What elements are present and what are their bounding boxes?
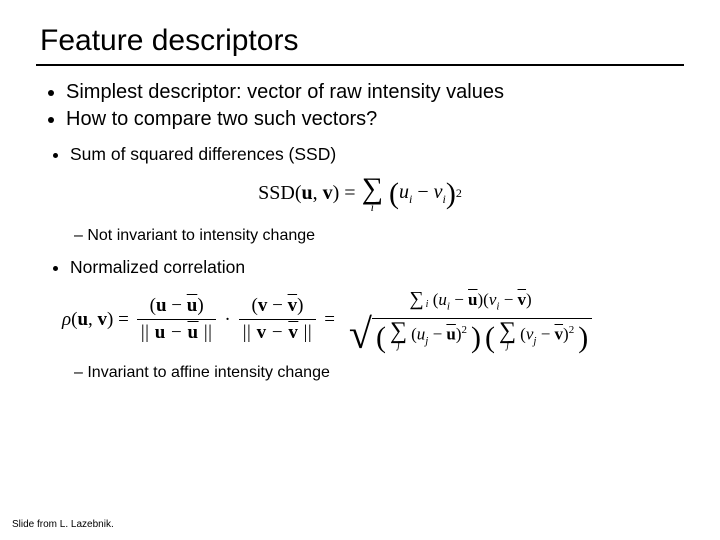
eq-vec-u: u — [302, 182, 313, 204]
slide-title: Feature descriptors — [40, 24, 684, 58]
note-normcorr: Invariant to affine intensity change — [74, 364, 684, 382]
bullet-list: Simplest descriptor: vector of raw inten… — [36, 80, 684, 132]
frac-v: (v − v) || v − v || — [239, 294, 316, 345]
rho-symbol: ρ — [62, 309, 71, 330]
sum-index: i — [371, 202, 374, 213]
frac-u: (u − u) || u − u || — [137, 294, 217, 345]
bullet-2: How to compare two such vectors? — [66, 107, 684, 132]
note-list-1: Not invariant to intensity change — [36, 227, 684, 245]
equation-ssd: SSD(u, v) = ∑ i ( ui − vi )2 — [36, 175, 684, 213]
eq-vec-v: v — [323, 182, 333, 204]
note-ssd: Not invariant to intensity change — [74, 227, 684, 245]
note-list-2: Invariant to affine intensity change — [36, 364, 684, 382]
sqrt-icon: √ ( ∑j (uj − u)2 ) ( ∑j (vj − v)2 ) — [349, 318, 592, 350]
slide-credit: Slide from L. Lazebnik. — [12, 519, 114, 530]
sigma-icon: ∑j — [390, 321, 407, 350]
sub-bullet-norm: Normalized correlation — [70, 257, 684, 278]
bullet-1: Simplest descriptor: vector of raw inten… — [66, 80, 684, 105]
eq-ssd-lhs: SSD — [258, 182, 295, 204]
frac-expanded: ∑i (ui − u)(vi − v) √ ( ∑j (uj − u)2 ) (… — [343, 286, 598, 354]
equation-normcorr: ρ(u, v) = (u − u) || u − u || · (v − v) … — [62, 286, 684, 354]
sigma-icon: ∑j — [499, 321, 516, 350]
sigma-icon: ∑i — [409, 288, 428, 311]
sub-bullet-list: Sum of squared differences (SSD) — [36, 144, 684, 165]
slide: Feature descriptors Simplest descriptor:… — [0, 0, 720, 540]
sub-bullet-ssd: Sum of squared differences (SSD) — [70, 144, 684, 165]
sigma-icon: ∑ i — [362, 175, 383, 213]
title-underline — [36, 64, 684, 66]
sub-bullet-list-2: Normalized correlation — [36, 257, 684, 278]
